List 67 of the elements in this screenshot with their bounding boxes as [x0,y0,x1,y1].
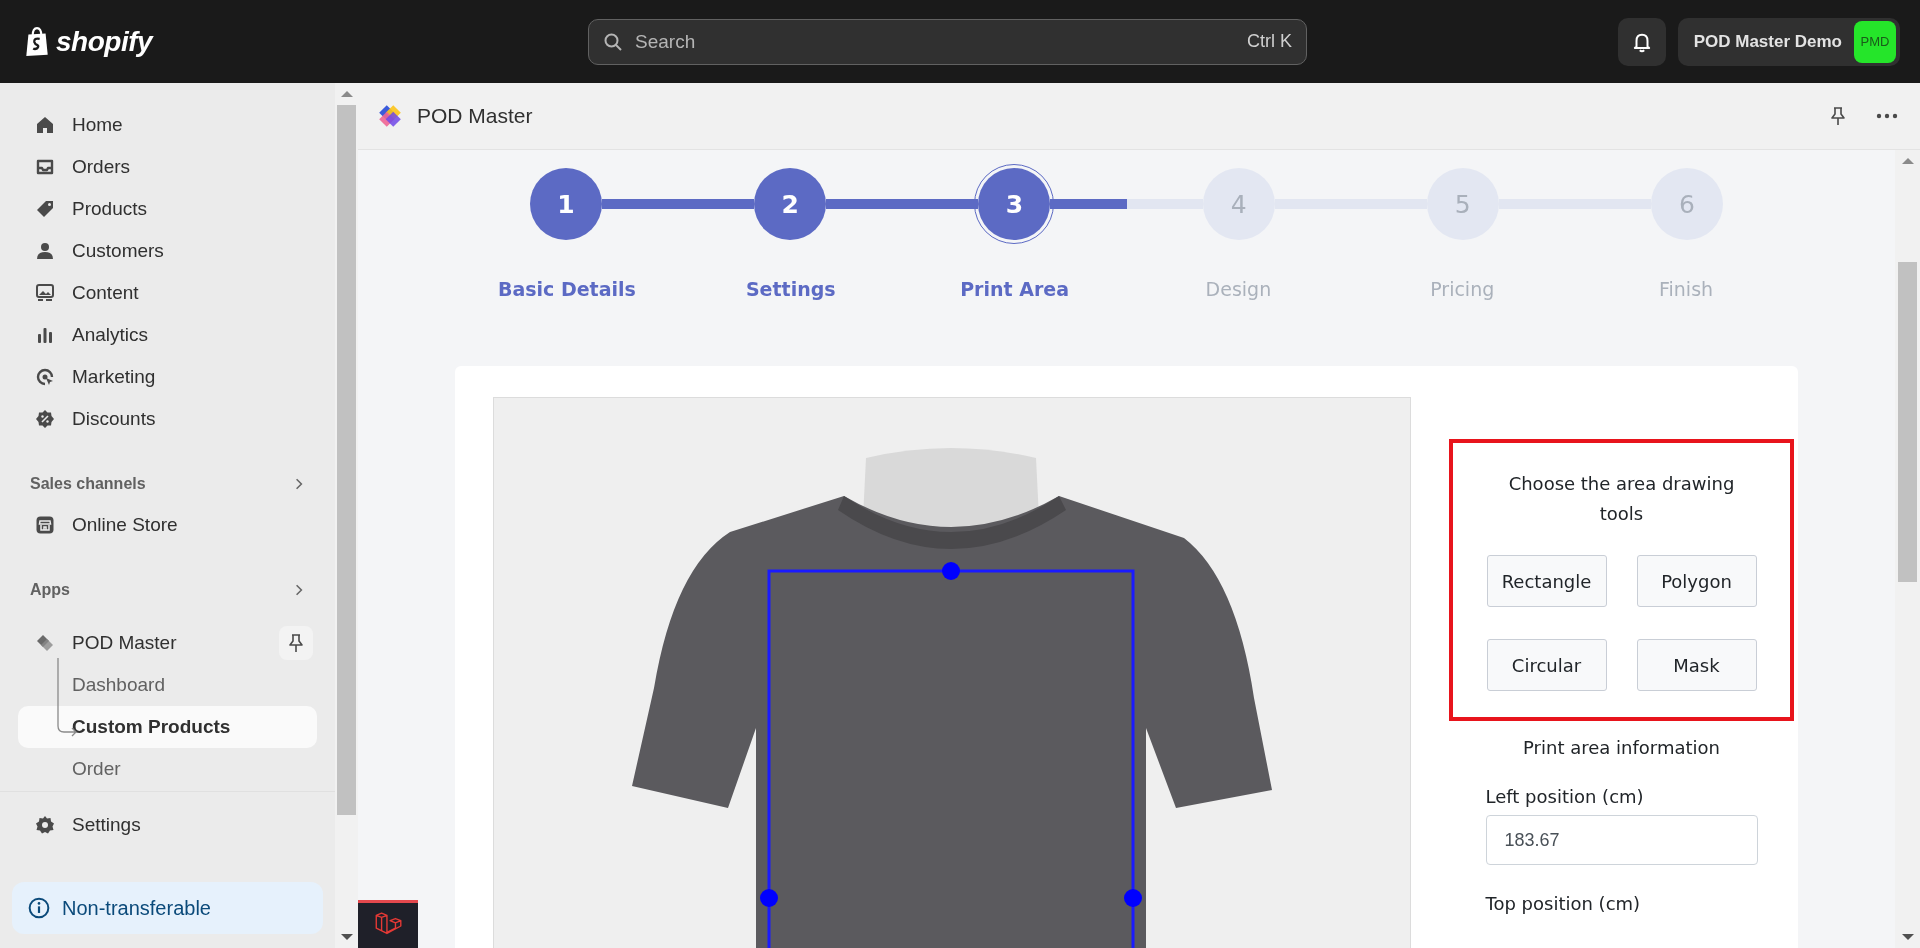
step-label: Settings [745,278,836,300]
target-cursor-icon [35,367,55,387]
nav-item[interactable]: POD Master [18,622,177,664]
more-options-icon[interactable] [1876,113,1898,119]
step-label: Basic Details [497,278,636,300]
debug-toggle-button[interactable] [358,900,418,948]
inbox-icon [35,157,55,177]
app-logo-icon [377,103,403,129]
search-icon [603,31,623,52]
chevron-right-icon[interactable] [293,478,305,490]
scrollbar[interactable] [1895,150,1920,948]
image-icon [35,283,55,303]
tool-button[interactable]: Mask [1636,639,1757,691]
print-area-title: Print area information [1523,737,1720,758]
step-label: Design [1205,278,1272,300]
shopping-bag-icon[interactable] [24,26,50,57]
notice-text: Non-transferable [62,896,211,920]
keyboard-shortcut: Ctrl K [1247,31,1292,52]
nav-item[interactable]: Discounts [18,398,317,440]
tool-button[interactable]: Rectangle [1486,555,1607,607]
discount-badge-icon [35,409,55,429]
person-icon [35,241,55,261]
nav-item[interactable]: Content [18,272,317,314]
nav-item[interactable]: Analytics [18,314,317,356]
search-input[interactable]: Search [633,29,1237,54]
store-avatar: PMD [1854,20,1896,63]
sub-nav-item[interactable]: Dashboard [18,664,317,706]
nav-item[interactable]: Home [18,104,317,146]
section-title: Apps [30,581,70,599]
nav-item[interactable]: Orders [18,146,317,188]
pin-button[interactable] [279,626,313,660]
tool-button[interactable]: Polygon [1636,555,1757,607]
chevron-right-icon[interactable] [293,584,305,596]
app-title: POD Master [417,104,533,128]
nav-item[interactable]: Marketing [18,356,317,398]
store-menu-button[interactable]: POD Master Demo PMD [1677,17,1900,66]
store-name: POD Master Demo [1693,31,1842,52]
nav-item[interactable]: Online Store [18,504,317,546]
tag-icon [35,199,55,219]
pin-icon[interactable] [1828,106,1848,126]
step-circle[interactable]: 1 [530,168,602,240]
search-field[interactable]: Search Ctrl K [588,18,1307,65]
app-logo-icon [35,633,55,653]
sub-nav-item[interactable]: Custom Products [18,706,317,748]
tool-button[interactable]: Circular [1486,639,1607,691]
bar-chart-icon [35,325,55,345]
section-title: Sales channels [30,475,146,493]
step-circle[interactable]: 2 [754,168,827,240]
nav-item[interactable]: Settings [12,804,323,846]
pin-icon [286,633,306,653]
step-label: Print Area [960,278,1069,300]
step-label: Finish [1659,278,1714,300]
notifications-button[interactable] [1617,17,1666,66]
step-label: Pricing [1430,278,1495,300]
info-icon [28,897,50,919]
logo-wordmark[interactable]: shopify [56,25,153,58]
nav-item[interactable]: Products [18,188,317,230]
sub-nav-item[interactable]: Order [18,748,317,790]
nav-item[interactable]: Customers [18,230,317,272]
field-label: Top position (cm) [1485,893,1642,914]
scrollbar[interactable] [335,83,358,948]
home-icon [35,115,55,135]
tools-title: Choose the area drawing tools [1507,472,1736,526]
input-field[interactable]: 183.67 [1485,815,1758,865]
settings-icon [35,815,55,835]
storefront-icon [35,515,55,535]
field-label: Left position (cm) [1485,786,1645,807]
